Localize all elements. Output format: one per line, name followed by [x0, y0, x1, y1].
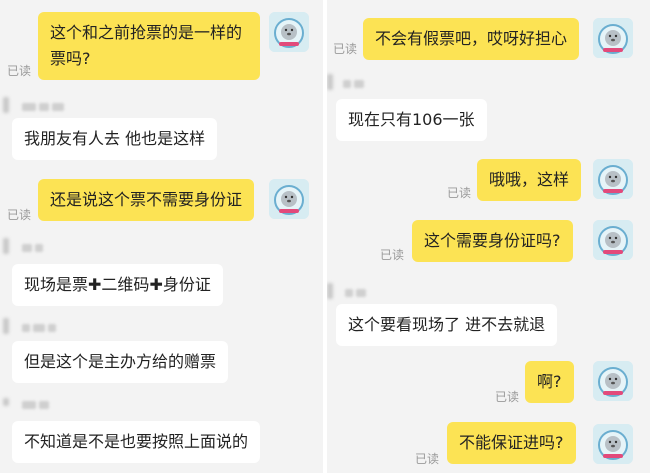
sender-avatar-blurred [3, 398, 9, 406]
message-text-part: 现场是票 [24, 275, 89, 294]
other-message-bubble[interactable]: 现场是票✚二维码✚身份证 [12, 264, 223, 306]
seal-avatar-icon[interactable] [593, 361, 633, 401]
seal-avatar-icon[interactable] [593, 18, 633, 58]
seal-avatar-icon[interactable] [269, 12, 309, 52]
sender-name-blurred [22, 244, 43, 252]
sender-name-blurred [345, 289, 366, 297]
other-message-bubble[interactable]: 但是这个是主办方给的赠票 [12, 341, 229, 383]
read-receipt: 已读 [380, 248, 405, 262]
other-message-bubble[interactable]: 不知道是不是也要按照上面说的 [12, 421, 261, 463]
seal-avatar-icon[interactable] [593, 424, 633, 464]
other-message-bubble[interactable]: 我朋友有人去 他也是这样 [12, 118, 218, 160]
my-message-bubble[interactable]: 这个和之前抢票的是一样的票吗? [38, 12, 260, 80]
right-chat-pane: 不会有假票吧，哎呀好担心 已读 现在只有106一张 哦哦，这样 已读 这个需要身… [327, 0, 650, 473]
other-message-bubble[interactable]: 这个要看现场了 进不去就退 [336, 304, 558, 346]
plus-icon: ✚ [88, 275, 102, 294]
sender-avatar-blurred [3, 97, 9, 113]
seal-avatar-icon[interactable] [593, 220, 633, 260]
other-message-bubble[interactable]: 现在只有106一张 [336, 99, 487, 141]
sender-name-blurred [22, 324, 56, 332]
message-text-part: 身份证 [162, 275, 211, 294]
sender-name-blurred [22, 401, 49, 409]
my-message-bubble[interactable]: 哦哦，这样 [477, 159, 582, 201]
my-message-bubble[interactable]: 不会有假票吧，哎呀好担心 [363, 18, 580, 60]
sender-avatar-blurred [3, 318, 9, 334]
read-receipt: 已读 [7, 208, 32, 222]
sender-avatar-blurred [3, 238, 9, 254]
sender-name-blurred [343, 80, 364, 88]
read-receipt: 已读 [415, 452, 440, 466]
sender-name-blurred [22, 103, 64, 111]
read-receipt: 已读 [495, 390, 520, 404]
my-message-bubble[interactable]: 这个需要身份证吗? [412, 220, 573, 262]
read-receipt: 已读 [447, 186, 472, 200]
sender-avatar-blurred [327, 74, 333, 90]
seal-avatar-icon[interactable] [269, 179, 309, 219]
my-message-bubble[interactable]: 啊? [525, 361, 574, 403]
my-message-bubble[interactable]: 还是说这个票不需要身份证 [38, 179, 255, 221]
sender-avatar-blurred [327, 283, 333, 299]
plus-icon: ✚ [149, 275, 163, 294]
seal-avatar-icon[interactable] [593, 159, 633, 199]
message-text-part: 二维码 [101, 275, 150, 294]
left-chat-pane: 这个和之前抢票的是一样的票吗? 已读 我朋友有人去 他也是这样 还是说这个票不需… [0, 0, 323, 473]
read-receipt: 已读 [333, 42, 358, 56]
my-message-bubble[interactable]: 不能保证进吗? [447, 422, 576, 464]
read-receipt: 已读 [7, 64, 32, 78]
